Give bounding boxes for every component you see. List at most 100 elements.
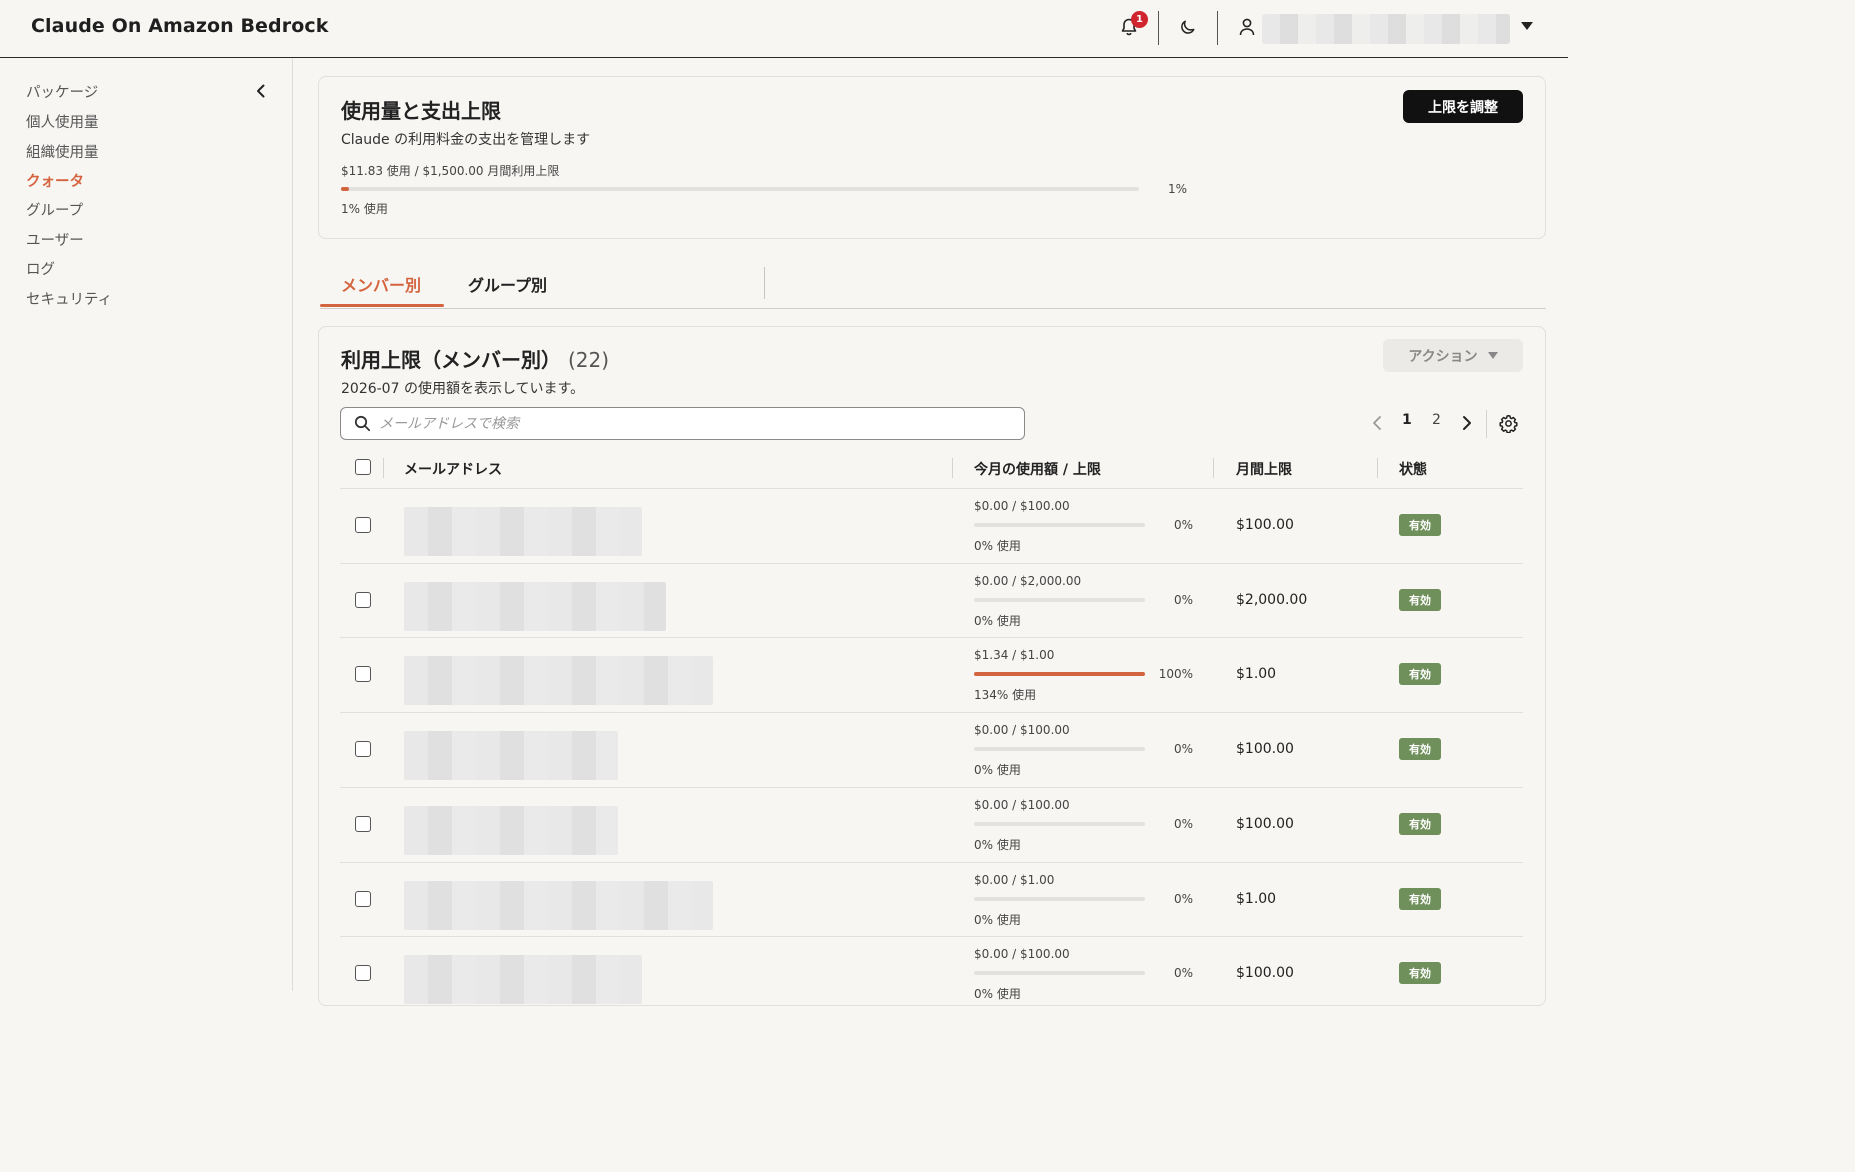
row-checkbox[interactable]: [355, 592, 371, 608]
row-monthly-limit: $100.00: [1236, 517, 1294, 533]
row-monthly-limit: $100.00: [1236, 816, 1294, 832]
caret-down-icon[interactable]: [1521, 22, 1533, 30]
row-usage-percent: 0%: [1173, 817, 1193, 831]
row-checkbox[interactable]: [355, 965, 371, 981]
column-header-email[interactable]: メールアドレス: [404, 459, 502, 479]
members-count: (22): [567, 348, 610, 372]
caret-down-icon: [1487, 352, 1498, 359]
row-usage-text: $1.34 / $1.00: [974, 648, 1055, 662]
page-1[interactable]: 1: [1402, 412, 1412, 428]
gear-icon[interactable]: [1499, 414, 1518, 437]
search-input[interactable]: [379, 415, 999, 432]
row-usage-fill: [974, 672, 1145, 676]
row-usage-bar: [974, 897, 1145, 901]
usage-used-label: 1% 使用: [341, 202, 388, 216]
row-used-label: 0% 使用: [974, 539, 1021, 553]
select-all-checkbox[interactable]: [355, 459, 371, 475]
notification-badge: 1: [1131, 11, 1148, 28]
chevron-left-icon[interactable]: [1370, 414, 1384, 436]
row-divider: [340, 712, 1523, 713]
adjust-limit-button[interactable]: 上限を調整: [1403, 90, 1523, 123]
usage-title: 使用量と支出上限: [341, 99, 501, 123]
email-redacted[interactable]: [404, 955, 642, 1004]
status-badge: 有効: [1399, 813, 1441, 835]
sidebar-item-packages[interactable]: パッケージ: [26, 81, 98, 102]
row-checkbox[interactable]: [355, 666, 371, 682]
status-badge: 有効: [1399, 888, 1441, 910]
members-note: 2026-07 の使用額を表示しています。: [341, 381, 585, 397]
email-redacted[interactable]: [404, 582, 666, 631]
email-redacted[interactable]: [404, 881, 713, 930]
sidebar-item-logs[interactable]: ログ: [26, 258, 55, 279]
column-header-usage[interactable]: 今月の使用額 / 上限: [974, 459, 1101, 479]
row-checkbox[interactable]: [355, 891, 371, 907]
moon-icon[interactable]: [1177, 16, 1199, 38]
divider: [1377, 458, 1378, 478]
row-monthly-limit: $1.00: [1236, 666, 1277, 682]
row-used-label: 134% 使用: [974, 688, 1037, 702]
sidebar-item-personal-usage[interactable]: 個人使用量: [26, 111, 99, 132]
row-usage-text: $0.00 / $100.00: [974, 499, 1070, 513]
row-monthly-limit: $100.00: [1236, 965, 1294, 981]
divider: [1486, 410, 1487, 438]
status-badge: 有効: [1399, 663, 1441, 685]
row-checkbox[interactable]: [355, 816, 371, 832]
sidebar-item-quota[interactable]: クォータ: [26, 170, 84, 191]
row-usage-text: $0.00 / $100.00: [974, 798, 1070, 812]
email-redacted[interactable]: [404, 806, 618, 855]
status-badge: 有効: [1399, 738, 1441, 760]
tab-by-member[interactable]: メンバー別: [341, 272, 421, 296]
user-icon[interactable]: [1236, 16, 1258, 38]
email-redacted[interactable]: [404, 507, 642, 556]
email-redacted[interactable]: [404, 656, 713, 705]
sidebar: パッケージ 個人使用量 組織使用量 クォータ グループ ユーザー ログ セキュリ…: [0, 58, 293, 991]
tabs: メンバー別 グループ別: [320, 262, 1546, 309]
row-usage-bar: [974, 822, 1145, 826]
row-checkbox[interactable]: [355, 741, 371, 757]
status-badge: 有効: [1399, 962, 1441, 984]
tab-by-group[interactable]: グループ別: [468, 272, 547, 296]
top-bar: Claude On Amazon Bedrock 1: [0, 0, 1568, 58]
email-redacted[interactable]: [404, 731, 618, 780]
row-monthly-limit: $100.00: [1236, 741, 1294, 757]
divider: [1158, 11, 1159, 45]
sidebar-item-users[interactable]: ユーザー: [26, 229, 84, 250]
usage-subtitle: Claude の利用料金の支出を管理します: [341, 132, 591, 148]
search-field[interactable]: [340, 407, 1025, 440]
search-icon: [354, 415, 371, 432]
row-used-label: 0% 使用: [974, 987, 1021, 1001]
action-button[interactable]: アクション: [1383, 339, 1523, 372]
row-usage-bar: [974, 523, 1145, 527]
row-divider: [340, 862, 1523, 863]
row-usage-percent: 0%: [1173, 518, 1193, 532]
row-used-label: 0% 使用: [974, 913, 1021, 927]
app-title: Claude On Amazon Bedrock: [31, 15, 329, 37]
row-used-label: 0% 使用: [974, 838, 1021, 852]
row-usage-percent: 0%: [1173, 966, 1193, 980]
status-badge: 有効: [1399, 514, 1441, 536]
row-used-label: 0% 使用: [974, 763, 1021, 777]
row-usage-text: $0.00 / $100.00: [974, 723, 1070, 737]
divider: [1217, 11, 1218, 45]
column-header-status[interactable]: 状態: [1399, 459, 1427, 479]
row-usage-percent: 0%: [1173, 593, 1193, 607]
sidebar-item-groups[interactable]: グループ: [26, 199, 83, 220]
column-header-limit[interactable]: 月間上限: [1236, 459, 1292, 479]
user-name-redacted[interactable]: [1262, 14, 1510, 44]
usage-summary: $11.83 使用 / $1,500.00 月間利用上限: [341, 164, 560, 178]
row-divider: [340, 936, 1523, 937]
row-usage-bar: [974, 971, 1145, 975]
row-usage-text: $0.00 / $1.00: [974, 873, 1055, 887]
row-monthly-limit: $2,000.00: [1236, 592, 1308, 608]
row-checkbox[interactable]: [355, 517, 371, 533]
sidebar-item-org-usage[interactable]: 組織使用量: [26, 141, 99, 162]
chevron-left-icon[interactable]: [252, 82, 270, 100]
usage-progress-bar: [341, 187, 1139, 191]
sidebar-item-security[interactable]: セキュリティ: [26, 288, 112, 309]
row-monthly-limit: $1.00: [1236, 891, 1277, 907]
row-divider: [340, 637, 1523, 638]
page-2[interactable]: 2: [1432, 412, 1441, 428]
row-used-label: 0% 使用: [974, 614, 1021, 628]
chevron-right-icon[interactable]: [1460, 414, 1474, 436]
divider: [1213, 458, 1214, 478]
